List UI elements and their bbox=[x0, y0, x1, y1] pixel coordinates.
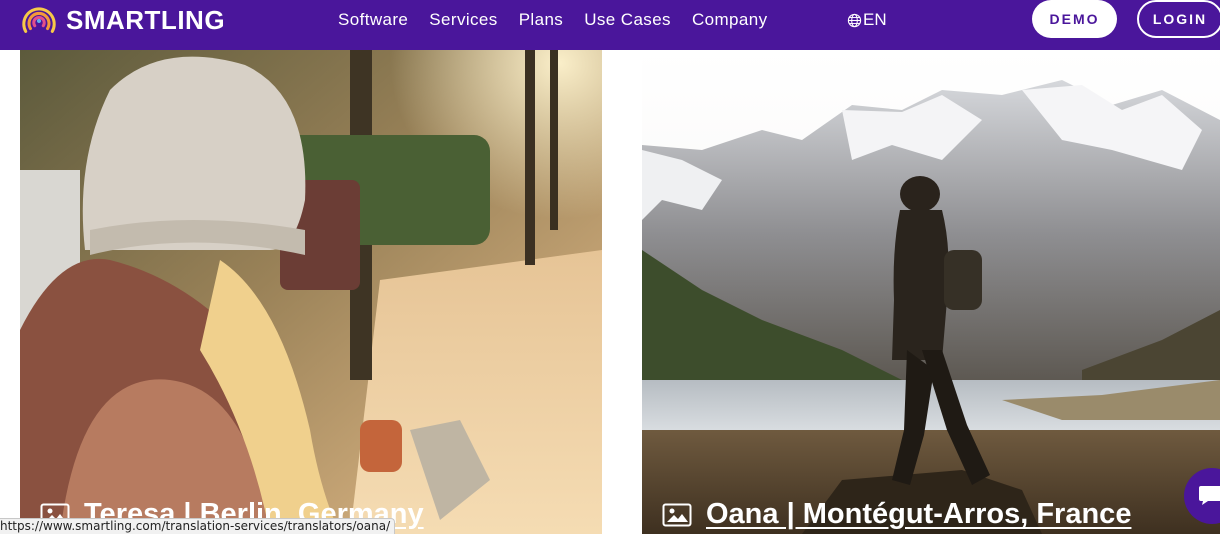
translator-photo-oana bbox=[642, 50, 1220, 534]
main-menu: Software Services Plans Use Cases Compan… bbox=[338, 0, 789, 40]
page: SMARTLING Software Services Plans Use Ca… bbox=[0, 0, 1220, 534]
translator-card-teresa[interactable]: Teresa | Berlin, Germany bbox=[20, 50, 602, 534]
card-caption: Oana | Montégut-Arros, France bbox=[662, 498, 1131, 531]
browser-status-bar: https://www.smartling.com/translation-se… bbox=[0, 518, 396, 534]
brand-name: SMARTLING bbox=[66, 4, 226, 35]
language-label: EN bbox=[863, 10, 887, 29]
nav-services[interactable]: Services bbox=[429, 10, 497, 30]
language-selector[interactable]: EN bbox=[847, 0, 887, 40]
globe-icon bbox=[847, 13, 862, 27]
translator-name-oana[interactable]: Oana | Montégut-Arros, France bbox=[706, 498, 1131, 531]
smartling-logo-link[interactable]: SMARTLING bbox=[20, 0, 225, 40]
demo-button[interactable]: DEMO bbox=[1032, 0, 1117, 38]
top-navigation-bar: SMARTLING Software Services Plans Use Ca… bbox=[0, 0, 1220, 50]
image-icon bbox=[662, 503, 692, 526]
smartling-logo-icon bbox=[22, 7, 56, 33]
translator-photo-teresa bbox=[20, 50, 602, 534]
translator-card-oana[interactable]: Oana | Montégut-Arros, France bbox=[642, 50, 1220, 534]
chat-bubble-icon bbox=[1199, 486, 1220, 505]
nav-software[interactable]: Software bbox=[338, 10, 408, 30]
nav-plans[interactable]: Plans bbox=[519, 10, 564, 30]
login-button[interactable]: LOGIN bbox=[1137, 0, 1220, 38]
nav-company[interactable]: Company bbox=[692, 10, 768, 30]
nav-use-cases[interactable]: Use Cases bbox=[584, 10, 671, 30]
